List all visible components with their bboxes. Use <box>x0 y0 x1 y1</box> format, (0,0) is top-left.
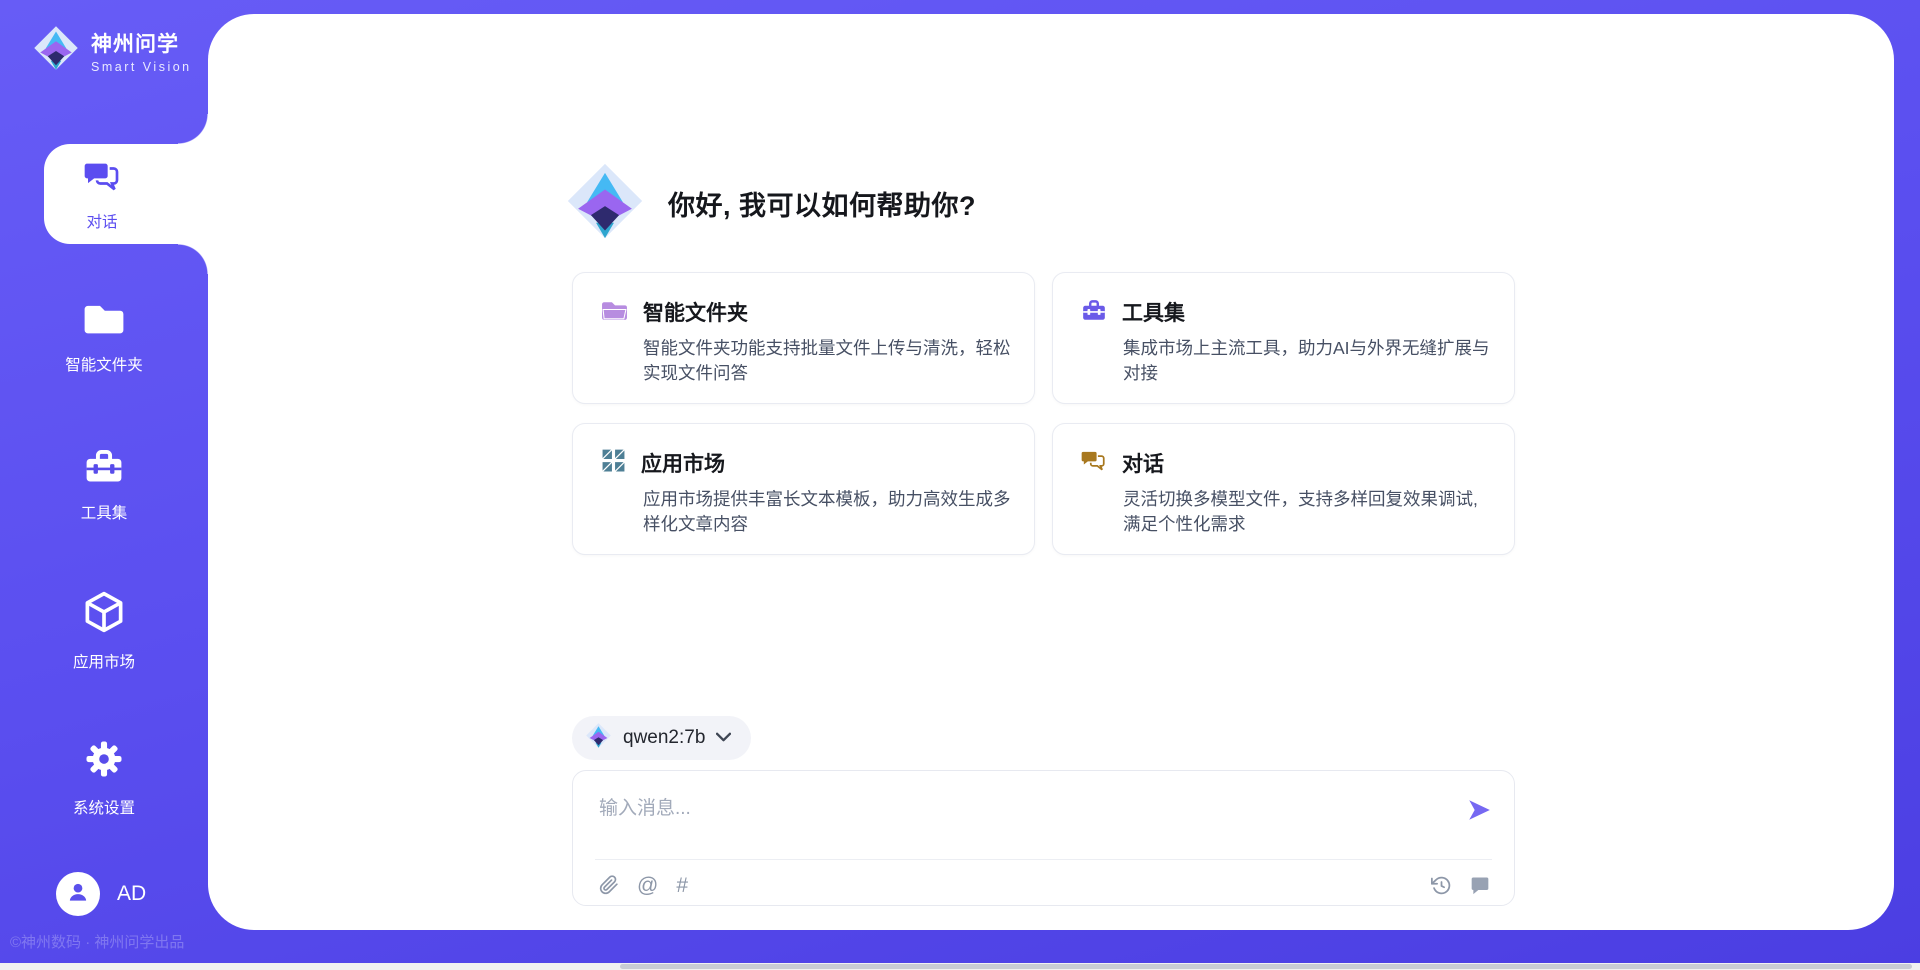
sidebar-item-label: 工具集 <box>81 501 128 523</box>
card-app-market[interactable]: 应用市场 应用市场提供丰富长文本模板，助力高效生成多样化文章内容 <box>572 423 1035 555</box>
sidebar-item-settings[interactable]: 系统设置 <box>0 738 208 818</box>
card-chat[interactable]: 对话 灵活切换多模型文件，支持多样回复效果调试, 满足个性化需求 <box>1052 423 1515 555</box>
greeting-block: 你好, 我可以如何帮助你? <box>564 160 976 247</box>
card-description: 集成市场上主流工具，助力AI与外界无缝扩展与对接 <box>1123 336 1497 386</box>
chevron-down-icon <box>716 729 731 747</box>
user-profile[interactable]: AD <box>56 872 146 916</box>
folder-icon <box>83 299 125 342</box>
card-description: 灵活切换多模型文件，支持多样回复效果调试, 满足个性化需求 <box>1123 487 1497 537</box>
toolbox-icon <box>83 445 125 490</box>
user-initials: AD <box>117 882 146 906</box>
card-smart-folder[interactable]: 智能文件夹 智能文件夹功能支持批量文件上传与清洗，轻松实现文件问答 <box>572 272 1035 404</box>
sidebar-item-smart-folder[interactable]: 智能文件夹 <box>0 299 208 375</box>
card-description: 智能文件夹功能支持批量文件上传与清洗，轻松实现文件问答 <box>643 336 1017 386</box>
history-icon[interactable] <box>1431 875 1452 896</box>
card-title: 应用市场 <box>641 448 725 478</box>
card-description: 应用市场提供丰富长文本模板，助力高效生成多样化文章内容 <box>643 487 1017 537</box>
sidebar-item-label: 对话 <box>86 210 117 232</box>
sidebar-item-label: 应用市场 <box>73 650 135 672</box>
sidebar-item-toolset[interactable]: 工具集 <box>0 445 208 523</box>
card-title: 对话 <box>1122 448 1164 478</box>
card-title: 工具集 <box>1122 297 1185 327</box>
card-title: 智能文件夹 <box>643 297 748 327</box>
sidebar-item-label: 智能文件夹 <box>65 353 143 375</box>
copyright-footer: ©神州数码 · 神州问学出品 <box>10 931 184 952</box>
person-icon <box>65 879 91 910</box>
message-input[interactable] <box>599 791 1419 827</box>
composer-divider <box>595 859 1492 860</box>
message-composer: @ # <box>572 770 1515 906</box>
diamond-logo-icon <box>32 24 80 77</box>
diamond-logo-icon <box>564 160 646 247</box>
toolbox-icon <box>1081 297 1107 327</box>
sidebar-item-chat[interactable]: 对话 <box>44 144 208 244</box>
chat-icon <box>1081 449 1107 478</box>
sidebar-item-label: 系统设置 <box>73 796 135 818</box>
chat-bubble-icon[interactable] <box>1470 875 1490 895</box>
diamond-logo-icon <box>585 722 612 754</box>
send-icon[interactable] <box>1466 797 1492 823</box>
horizontal-scrollbar-thumb[interactable] <box>620 964 1912 969</box>
model-name: qwen2:7b <box>623 727 705 749</box>
card-toolset[interactable]: 工具集 集成市场上主流工具，助力AI与外界无缝扩展与对接 <box>1052 272 1515 404</box>
model-selector[interactable]: qwen2:7b <box>572 716 751 760</box>
grid-icon <box>601 448 626 478</box>
greeting-title: 你好, 我可以如何帮助你? <box>668 184 976 223</box>
main-content-panel: 你好, 我可以如何帮助你? 智能文件夹 智能文件夹功能支持批量文件上传与清洗，轻… <box>208 14 1894 930</box>
brand-logo: 神州问学 Smart Vision <box>32 24 192 77</box>
chat-icon <box>82 156 122 201</box>
avatar <box>56 872 100 916</box>
cube-icon <box>83 590 125 639</box>
at-icon[interactable]: @ <box>637 875 658 896</box>
brand-subtitle: Smart Vision <box>91 60 192 74</box>
horizontal-scrollbar-track <box>0 963 1920 970</box>
composer-toolbar: @ # <box>599 870 1490 900</box>
paperclip-icon[interactable] <box>599 874 619 896</box>
brand-name: 神州问学 <box>91 28 192 58</box>
sidebar-item-app-market[interactable]: 应用市场 <box>0 590 208 672</box>
gear-icon <box>83 738 125 785</box>
hash-icon[interactable]: # <box>676 875 688 896</box>
folder-icon <box>601 298 628 327</box>
feature-cards: 智能文件夹 智能文件夹功能支持批量文件上传与清洗，轻松实现文件问答 工具集 集成… <box>572 272 1515 555</box>
